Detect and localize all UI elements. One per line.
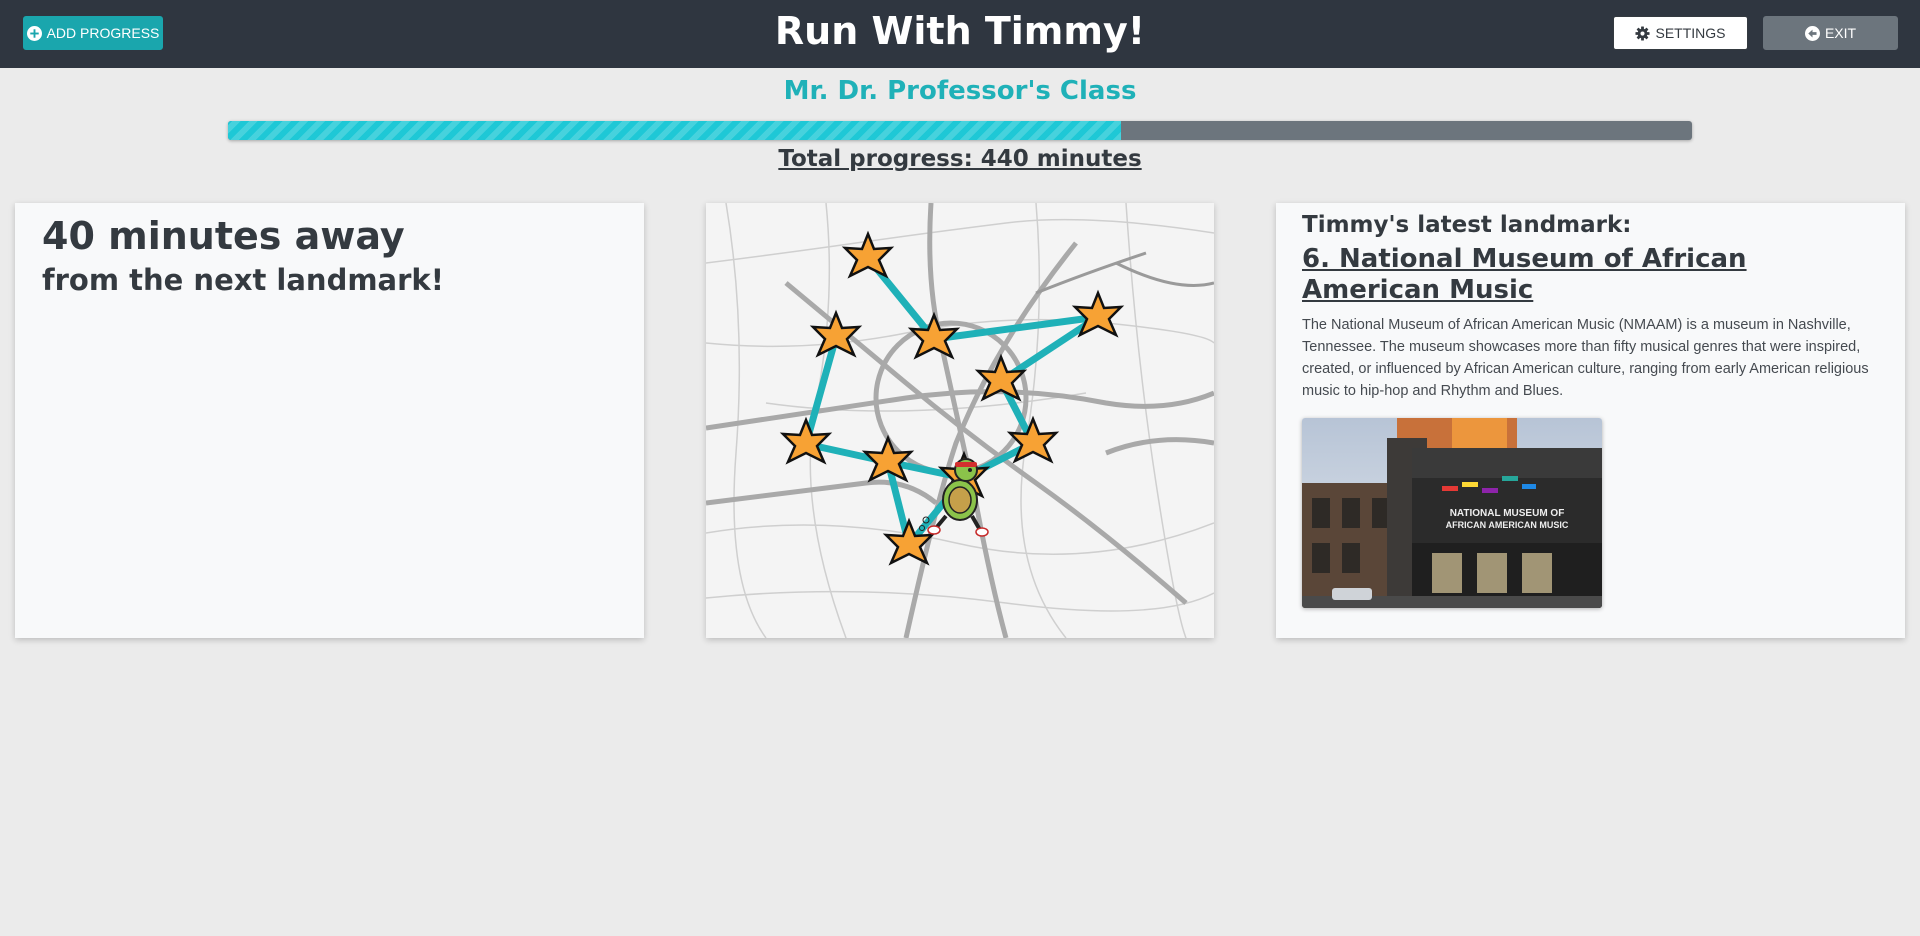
landmark-title-link[interactable]: 6. National Museum of African American M…	[1302, 244, 1882, 306]
latest-landmark-label: Timmy's latest landmark:	[1302, 212, 1632, 238]
svg-text:NATIONAL MUSEUM OF: NATIONAL MUSEUM OF	[1450, 508, 1565, 519]
landmark-photo: NATIONAL MUSEUM OF AFRICAN AMERICAN MUSI…	[1302, 418, 1602, 608]
svg-text:AFRICAN AMERICAN MUSIC: AFRICAN AMERICAN MUSIC	[1446, 520, 1569, 530]
progress-bar	[228, 121, 1692, 140]
class-name: Mr. Dr. Professor's Class	[783, 76, 1137, 106]
total-progress-text: Total progress: 440 minutes	[778, 146, 1142, 172]
settings-button[interactable]: SETTINGS	[1613, 16, 1748, 50]
route-map-card	[706, 203, 1214, 638]
top-navbar: ADD PROGRESS Run With Timmy! SETTINGS EX…	[0, 0, 1920, 68]
map-background	[706, 203, 1214, 638]
next-landmark-subtitle: from the next landmark!	[42, 263, 444, 297]
exit-button[interactable]: EXIT	[1763, 16, 1898, 50]
landmark-description: The National Museum of African American …	[1302, 317, 1869, 399]
latest-landmark-card: Timmy's latest landmark: 6. National Mus…	[1276, 203, 1905, 638]
progress-bar-fill	[228, 121, 1122, 140]
arrow-left-circle-icon	[1804, 25, 1820, 41]
route-map	[706, 203, 1214, 638]
minutes-away-text: 40 minutes away	[42, 214, 405, 258]
exit-label: EXIT	[1824, 25, 1857, 41]
settings-label: SETTINGS	[1655, 25, 1726, 41]
gear-icon	[1635, 25, 1651, 41]
next-landmark-card: 40 minutes away from the next landmark!	[15, 203, 644, 638]
